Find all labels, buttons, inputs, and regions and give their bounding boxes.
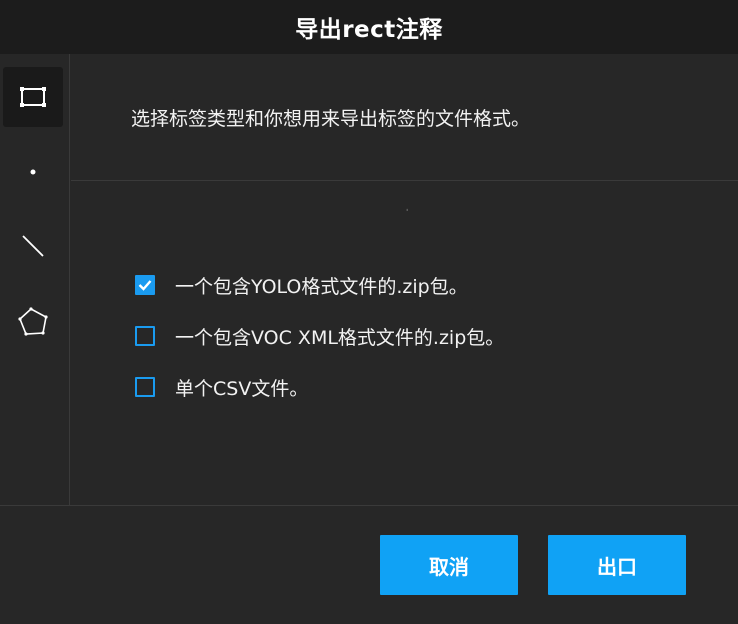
option-csv[interactable]: 单个CSV文件。 [135,374,308,400]
option-yolo[interactable]: 一个包含YOLO格式文件的.zip包。 [135,272,468,298]
tool-polygon[interactable] [3,292,63,352]
export-button[interactable]: 出口 [548,535,686,595]
stray-mark: ˌ [406,203,409,212]
option-label: 一个包含YOLO格式文件的.zip包。 [175,275,468,298]
description-area: 选择标签类型和你想用来导出标签的文件格式。 [71,54,738,181]
polygon-icon [18,307,48,336]
checkbox-csv[interactable] [135,377,155,397]
line-icon [22,235,44,257]
dialog-header: 导出rect注释 [0,0,738,54]
cancel-button[interactable]: 取消 [380,535,518,595]
checkmark-icon [138,280,152,291]
rectangle-icon [20,87,46,107]
tool-rectangle[interactable] [3,67,63,127]
point-icon [30,169,36,175]
description-text: 选择标签类型和你想用来导出标签的文件格式。 [131,108,531,130]
option-label: 一个包含VOC XML格式文件的.zip包。 [175,326,505,349]
tool-point[interactable] [3,142,63,202]
option-label: 单个CSV文件。 [175,377,309,400]
checkbox-yolo[interactable] [135,275,155,295]
dialog-title: 导出rect注释 [295,17,443,43]
checkbox-voc-xml[interactable] [135,326,155,346]
label-type-sidebar [0,54,70,505]
tool-line[interactable] [3,216,63,276]
option-voc-xml[interactable]: 一个包含VOC XML格式文件的.zip包。 [135,323,504,349]
